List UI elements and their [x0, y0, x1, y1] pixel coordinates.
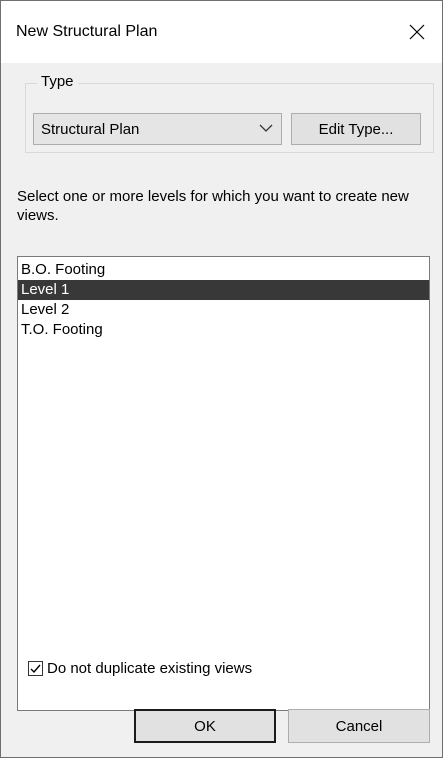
- level-list-item[interactable]: Level 2: [18, 300, 429, 320]
- no-duplicate-checkbox[interactable]: [28, 661, 43, 676]
- ok-button[interactable]: OK: [134, 709, 276, 743]
- no-duplicate-label: Do not duplicate existing views: [47, 660, 253, 677]
- title-bar: New Structural Plan: [1, 1, 442, 63]
- instruction-text: Select one or more levels for which you …: [17, 188, 409, 224]
- no-duplicate-option[interactable]: Do not duplicate existing views: [28, 660, 252, 677]
- edit-type-button[interactable]: Edit Type...: [291, 113, 421, 145]
- level-list-item[interactable]: T.O. Footing: [18, 320, 429, 340]
- chevron-down-icon: [259, 124, 273, 132]
- type-dropdown[interactable]: Structural Plan: [33, 113, 282, 145]
- close-icon: [409, 24, 425, 40]
- ok-label: OK: [194, 717, 216, 735]
- dialog-title: New Structural Plan: [16, 23, 158, 40]
- levels-listbox[interactable]: B.O. Footing Level 1 Level 2 T.O. Footing: [17, 256, 430, 711]
- level-list-item[interactable]: Level 1: [18, 280, 429, 300]
- checkmark-icon: [30, 664, 41, 674]
- level-list-item[interactable]: B.O. Footing: [18, 260, 429, 280]
- close-button[interactable]: [398, 13, 436, 51]
- new-structural-plan-dialog: New Structural Plan Type Structural Plan…: [0, 0, 443, 758]
- type-dropdown-value: Structural Plan: [41, 120, 140, 138]
- levels-list-items: B.O. Footing Level 1 Level 2 T.O. Footing: [18, 260, 429, 340]
- type-group-label: Type: [37, 73, 78, 90]
- edit-type-label: Edit Type...: [318, 120, 394, 138]
- cancel-button[interactable]: Cancel: [288, 709, 430, 743]
- cancel-label: Cancel: [335, 717, 383, 735]
